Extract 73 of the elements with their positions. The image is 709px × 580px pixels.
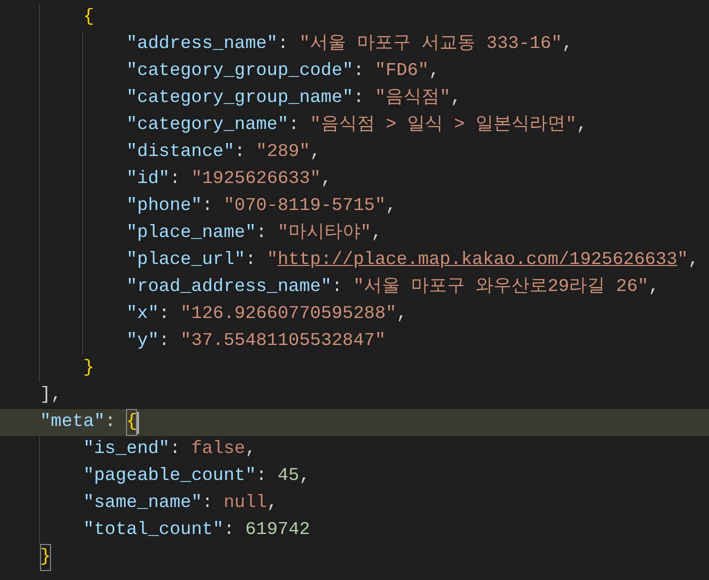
colon: : <box>104 411 116 434</box>
string-value: "070-8119-5715" <box>224 195 386 218</box>
string-value: "1925626633" <box>191 168 321 191</box>
punctuation: , <box>245 438 256 461</box>
punctuation: , <box>310 141 321 164</box>
colon: : <box>224 519 234 542</box>
string-value: "음식점 > 일식 > 일본식라면" <box>310 114 576 137</box>
punctuation: , <box>396 303 408 326</box>
brace: { <box>126 409 138 436</box>
punctuation: , <box>266 492 278 515</box>
json-key: "id" <box>126 166 170 193</box>
json-key: "is_end" <box>83 436 170 463</box>
json-key: "category_name" <box>126 112 288 139</box>
colon: : <box>288 114 300 137</box>
json-key: "distance" <box>126 139 234 166</box>
json-key: "category_group_code" <box>126 58 354 85</box>
colon: : <box>202 492 213 515</box>
colon: : <box>256 222 267 245</box>
literal-value: null <box>224 492 267 515</box>
punctuation: , <box>428 60 440 83</box>
punctuation: , <box>450 87 462 110</box>
colon: : <box>245 249 256 272</box>
colon: : <box>332 276 342 299</box>
json-key: "address_name" <box>126 31 278 58</box>
punctuation: , <box>562 33 573 56</box>
punctuation: , <box>371 222 382 245</box>
json-key: "x" <box>126 301 159 328</box>
literal-value: false <box>191 438 246 461</box>
punctuation: ] <box>40 384 51 407</box>
punctuation: , <box>50 384 62 407</box>
string-value: "서울 마포구 서교동 333-16" <box>299 33 562 56</box>
punctuation: , <box>320 168 332 191</box>
json-key: "place_url" <box>126 247 246 274</box>
json-key: "same_name" <box>83 490 202 517</box>
punctuation: , <box>648 276 660 299</box>
string-value: "289" <box>256 141 310 164</box>
json-key: "category_group_name" <box>126 85 354 112</box>
brace: } <box>40 544 51 571</box>
number-value: 45 <box>278 465 300 488</box>
string-value: "FD6" <box>374 60 429 83</box>
string-value: "서울 마포구 와우산로29라길 26" <box>353 276 648 299</box>
colon: : <box>256 465 267 488</box>
brace: } <box>83 357 94 380</box>
string-value: "126.92660770595288" <box>180 303 396 326</box>
punctuation: , <box>386 195 396 218</box>
string-value: " <box>266 249 278 272</box>
json-key: "road_address_name" <box>126 274 332 301</box>
colon: : <box>234 141 246 164</box>
string-value: "37.55481105532847" <box>180 330 386 353</box>
text-cursor <box>137 412 140 434</box>
colon: : <box>170 168 180 191</box>
json-key: "meta" <box>40 409 105 436</box>
colon: : <box>278 33 288 56</box>
string-value: "음식점" <box>374 87 450 110</box>
brace: { <box>83 6 94 29</box>
json-key: "phone" <box>126 193 202 220</box>
colon: : <box>353 87 364 110</box>
string-value: "마시타야" <box>278 222 372 245</box>
colon: : <box>158 303 170 326</box>
punctuation: , <box>299 465 310 488</box>
json-key: "place_name" <box>126 220 256 247</box>
number-value: 619742 <box>245 519 310 542</box>
punctuation: , <box>576 114 588 137</box>
colon: : <box>353 60 364 83</box>
json-key: "y" <box>126 328 159 355</box>
punctuation: , <box>688 249 699 272</box>
colon: : <box>158 330 170 353</box>
json-key: "pageable_count" <box>83 463 256 490</box>
colon: : <box>202 195 213 218</box>
colon: : <box>170 438 180 461</box>
string-value: " <box>677 249 688 272</box>
json-key: "total_count" <box>83 517 224 544</box>
url-link[interactable]: http://place.map.kakao.com/1925626633 <box>278 247 678 274</box>
